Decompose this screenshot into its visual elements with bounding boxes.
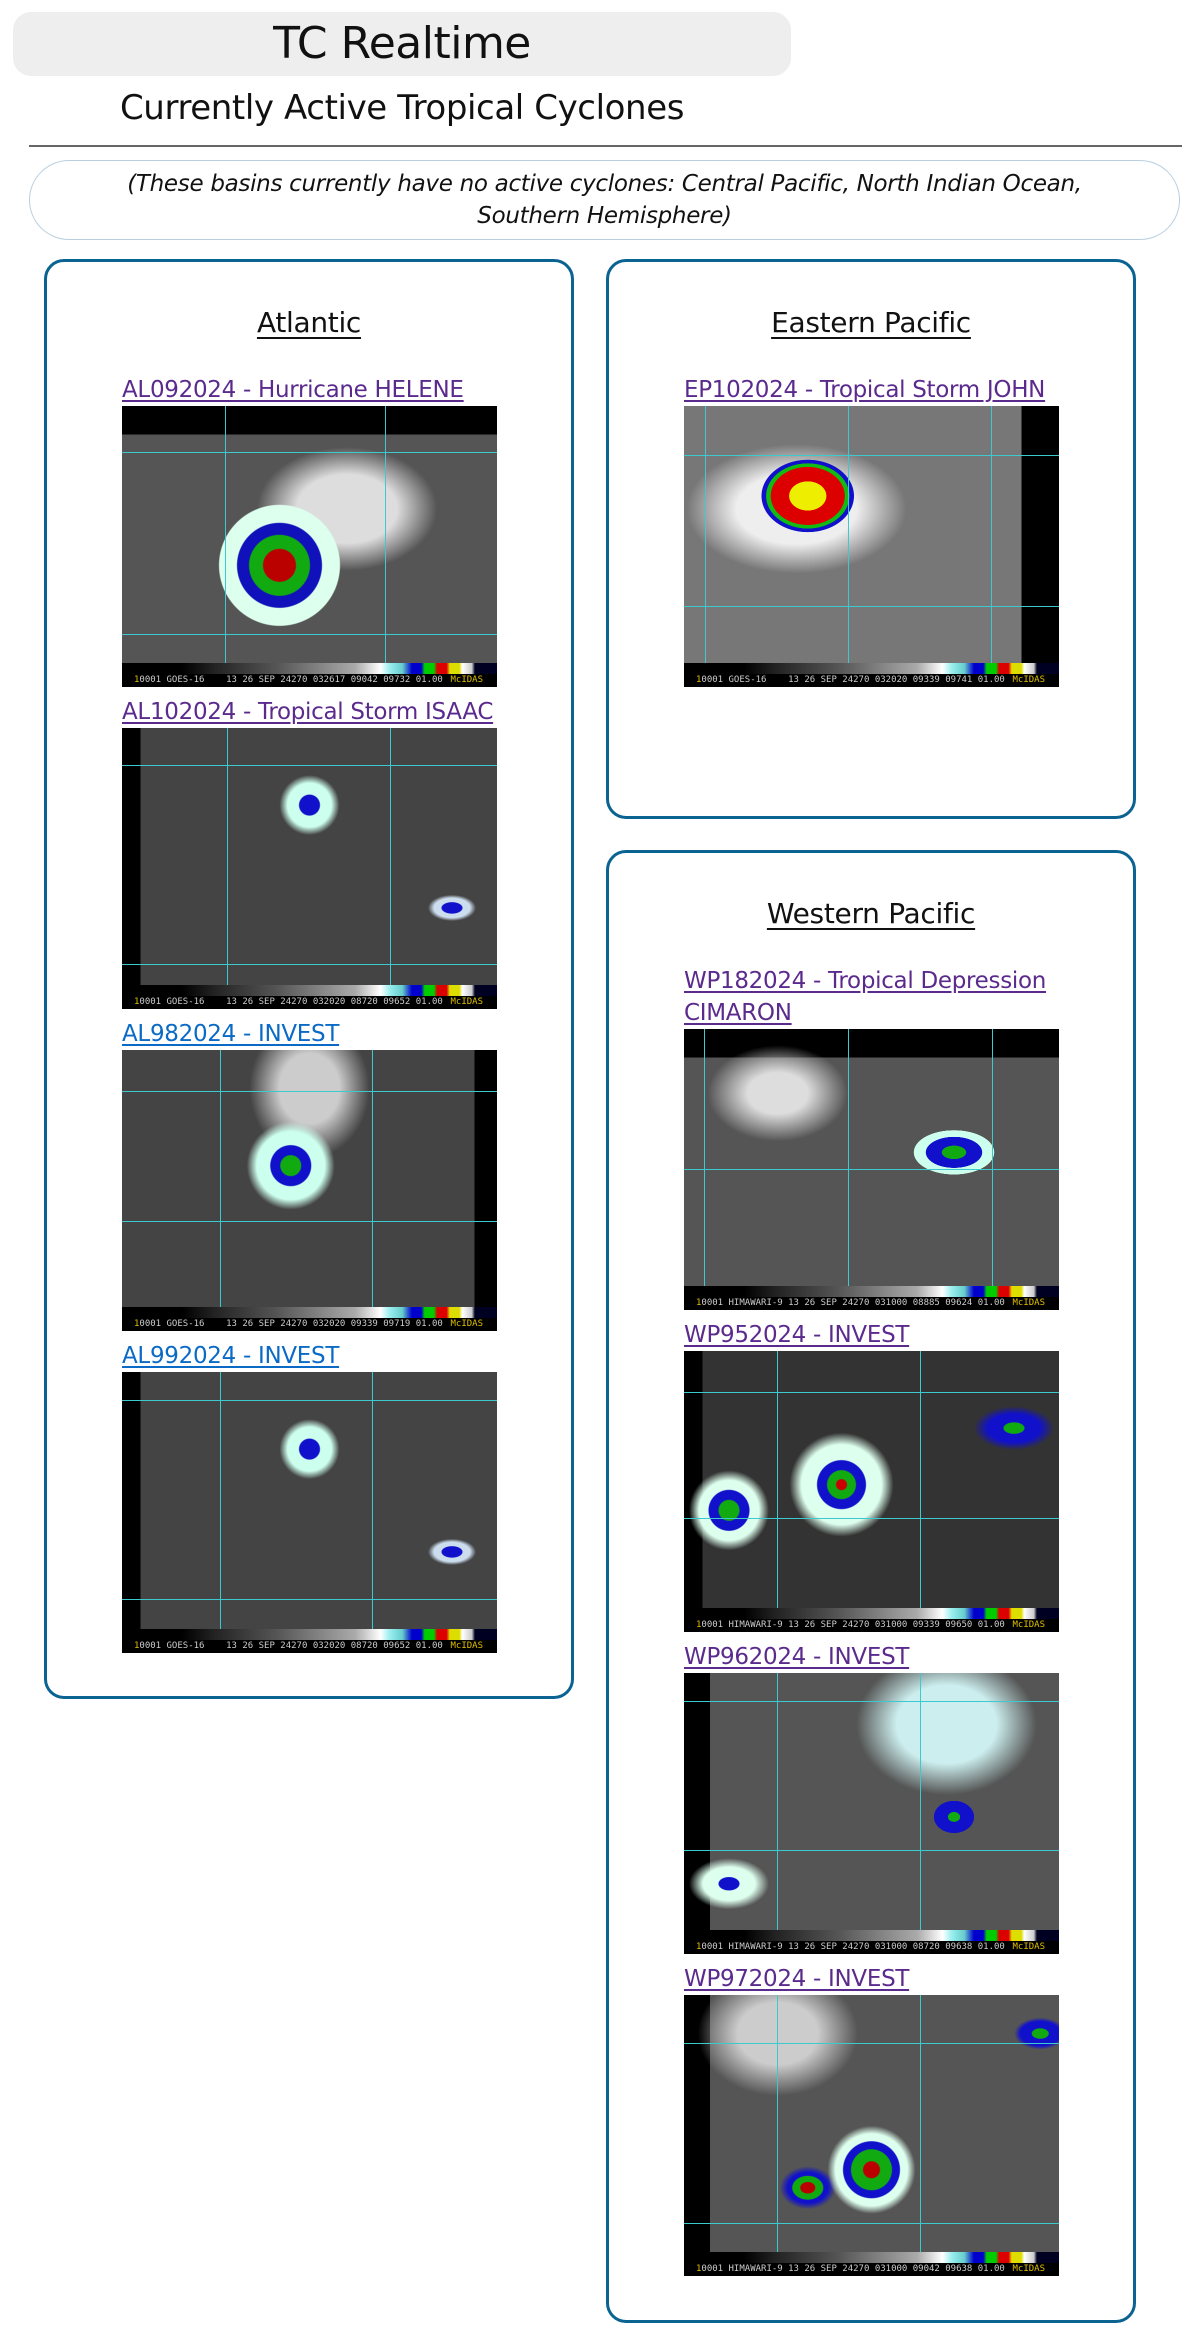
basin-panel-western-pacific: Western Pacific WP182024 - Tropical Depr…	[606, 850, 1136, 2323]
colorbar	[744, 1608, 1059, 1619]
colorbar	[182, 1307, 497, 1318]
image-caption: 10001 GOES-16 13 26 SEP 24270 032617 090…	[122, 674, 497, 687]
storm-entry: WP972024 - INVEST 10001 HIMAWARI-9 13 26…	[684, 1963, 1064, 2276]
basin-title-western-pacific: Western Pacific	[766, 897, 976, 930]
header-divider	[29, 145, 1182, 147]
image-caption: 10001 GOES-16 13 26 SEP 24270 032020 087…	[122, 1640, 497, 1653]
image-caption: 10001 HIMAWARI-9 13 26 SEP 24270 031000 …	[684, 1941, 1059, 1954]
colorbar	[744, 2252, 1059, 2263]
basin-title-atlantic: Atlantic	[256, 306, 362, 339]
page-title: TC Realtime	[273, 18, 531, 69]
storm-link[interactable]: AL982024 - INVEST	[122, 1018, 502, 1050]
inactive-basins-notice: (These basins currently have no active c…	[29, 160, 1180, 240]
image-caption: 10001 GOES-16 13 26 SEP 24270 032020 087…	[122, 996, 497, 1009]
storm-entry: AL102024 - Tropical Storm ISAAC 10001 GO…	[122, 696, 502, 1009]
image-caption: 10001 HIMAWARI-9 13 26 SEP 24270 031000 …	[684, 1297, 1059, 1310]
storm-entry: WP962024 - INVEST 10001 HIMAWARI-9 13 26…	[684, 1641, 1064, 1954]
storm-link[interactable]: AL102024 - Tropical Storm ISAAC	[122, 696, 502, 728]
image-caption: 10001 HIMAWARI-9 13 26 SEP 24270 031000 …	[684, 1619, 1059, 1632]
storm-link[interactable]: WP962024 - INVEST	[684, 1641, 1064, 1673]
satellite-image[interactable]: 10001 GOES-16 13 26 SEP 24270 032020 093…	[684, 406, 1059, 687]
colorbar	[182, 663, 497, 674]
image-caption: 10001 GOES-16 13 26 SEP 24270 032020 093…	[684, 674, 1059, 687]
storm-entry: WP952024 - INVEST 10001 HIMAWARI-9 13 26…	[684, 1319, 1064, 1632]
image-caption: 10001 HIMAWARI-9 13 26 SEP 24270 031000 …	[684, 2263, 1059, 2276]
storm-link[interactable]: AL092024 - Hurricane HELENE	[122, 374, 502, 406]
satellite-image[interactable]: 10001 HIMAWARI-9 13 26 SEP 24270 031000 …	[684, 1673, 1059, 1954]
colorbar	[744, 1930, 1059, 1941]
satellite-image[interactable]: 10001 GOES-16 13 26 SEP 24270 032020 087…	[122, 1372, 497, 1653]
storm-link[interactable]: WP182024 - Tropical Depression CIMARON	[684, 965, 1064, 1029]
colorbar	[744, 663, 1059, 674]
storm-entry: EP102024 - Tropical Storm JOHN 10001 GOE…	[684, 374, 1064, 687]
storm-entry: AL092024 - Hurricane HELENE 10001 GOES-1…	[122, 374, 502, 687]
storm-link[interactable]: AL992024 - INVEST	[122, 1340, 502, 1372]
basin-title-eastern-pacific: Eastern Pacific	[771, 306, 971, 339]
inactive-basins-text: (These basins currently have no active c…	[127, 171, 1082, 229]
image-caption: 10001 GOES-16 13 26 SEP 24270 032020 093…	[122, 1318, 497, 1331]
satellite-image[interactable]: 10001 HIMAWARI-9 13 26 SEP 24270 031000 …	[684, 1995, 1059, 2276]
satellite-image[interactable]: 10001 HIMAWARI-9 13 26 SEP 24270 031000 …	[684, 1029, 1059, 1310]
satellite-image[interactable]: 10001 GOES-16 13 26 SEP 24270 032617 090…	[122, 406, 497, 687]
storm-entry: AL992024 - INVEST 10001 GOES-16 13 26 SE…	[122, 1340, 502, 1653]
basin-panel-eastern-pacific: Eastern Pacific EP102024 - Tropical Stor…	[606, 259, 1136, 819]
basin-panel-atlantic: Atlantic AL092024 - Hurricane HELENE 100…	[44, 259, 574, 1699]
satellite-image[interactable]: 10001 GOES-16 13 26 SEP 24270 032020 093…	[122, 1050, 497, 1331]
storm-link[interactable]: WP952024 - INVEST	[684, 1319, 1064, 1351]
storm-link[interactable]: WP972024 - INVEST	[684, 1963, 1064, 1995]
storm-entry: AL982024 - INVEST 10001 GOES-16 13 26 SE…	[122, 1018, 502, 1331]
colorbar	[182, 985, 497, 996]
storm-entry: WP182024 - Tropical Depression CIMARON 1…	[684, 965, 1064, 1310]
page-header: TC Realtime	[13, 12, 791, 76]
colorbar	[182, 1629, 497, 1640]
page-subtitle: Currently Active Tropical Cyclones	[119, 88, 685, 128]
satellite-image[interactable]: 10001 HIMAWARI-9 13 26 SEP 24270 031000 …	[684, 1351, 1059, 1632]
storm-link[interactable]: EP102024 - Tropical Storm JOHN	[684, 374, 1064, 406]
colorbar	[744, 1286, 1059, 1297]
satellite-image[interactable]: 10001 GOES-16 13 26 SEP 24270 032020 087…	[122, 728, 497, 1009]
